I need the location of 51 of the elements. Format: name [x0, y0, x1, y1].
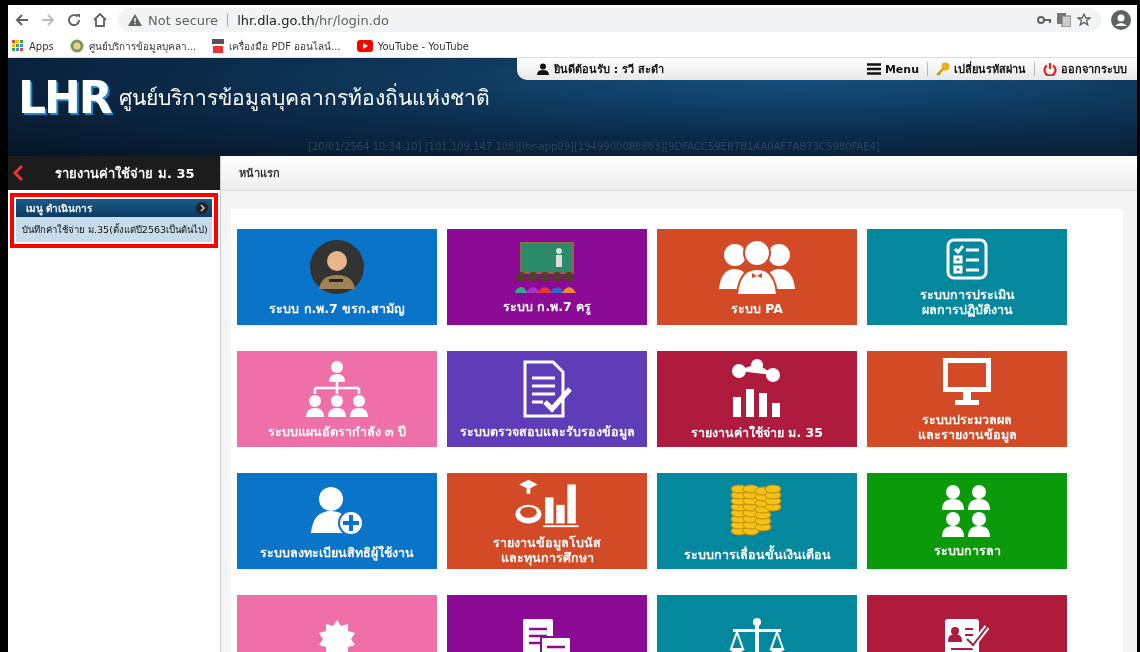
translate-icon[interactable]: [1057, 13, 1071, 27]
home-icon[interactable]: [92, 12, 108, 28]
monitor-icon: [941, 356, 993, 406]
menu-icon: [866, 63, 881, 75]
url-text: lhr.dla.go.th/hr/login.do: [237, 12, 390, 28]
menu-item[interactable]: บันทึกค่าใช้จ่าย ม.35(ตั้งแต่ปี2563เป็นต้นไป): [16, 217, 212, 242]
system-tile[interactable]: รายงานค่าใช้จ่าย ม. 35: [657, 351, 857, 447]
system-tile[interactable]: ระบบ ก.พ.7 ขรก.สามัญ: [237, 229, 437, 325]
system-tile[interactable]: ระบบลงทะเบียนสิทธิผู้ใช้งาน: [237, 473, 437, 569]
user-icon: [537, 63, 549, 75]
officer-icon: [309, 238, 365, 295]
system-tile[interactable]: ระบบการลา: [867, 473, 1067, 569]
breadcrumb[interactable]: หน้าแรก: [239, 164, 280, 182]
system-tile[interactable]: ระบบ PA: [657, 229, 857, 325]
key-icon[interactable]: [1037, 15, 1051, 25]
system-tile[interactable]: ระบบ ก.พ.7 ครู: [447, 229, 647, 325]
profile-avatar-icon[interactable]: [1111, 10, 1131, 30]
play-icon: [356, 40, 373, 52]
bookmark-link[interactable]: YouTube - YouTube: [377, 40, 469, 52]
checklist-icon: [945, 237, 989, 281]
welcome-text: ยินดีต้อนรับ : รวี สะดำ: [554, 62, 664, 78]
header-link[interactable]: ออกจากระบบ: [1061, 60, 1127, 78]
bookmark-link[interactable]: เครื่องมือ PDF ออนไลน์...: [229, 38, 341, 54]
users-icon: [941, 484, 993, 537]
chevron-right-icon: [196, 202, 208, 214]
bookmark-link[interactable]: ศูนย์บริการข้อมูลบุคลา...: [88, 38, 197, 54]
site-title: ศูนย์บริการข้อมูลบุคลากรท้องถิ่นแห่งชาติ: [118, 81, 490, 114]
apps-grid-icon: [12, 40, 24, 52]
security-label: Not secure: [148, 12, 219, 28]
star-icon[interactable]: [1077, 13, 1091, 27]
back-arrow-icon[interactable]: [14, 12, 30, 28]
people-group-icon: [717, 238, 797, 295]
menu-heading[interactable]: เมนู ดำเนินการ: [16, 199, 212, 217]
header-link[interactable]: Menu: [884, 62, 919, 76]
address-bar[interactable]: Not secure lhr.dla.go.th/hr/login.do: [118, 8, 1101, 32]
document-check-icon: [521, 359, 573, 418]
power-icon: [1043, 62, 1057, 76]
classroom-icon: [515, 240, 579, 293]
system-tile[interactable]: รายงานข้อมูลโบนัส และทุนการศึกษา: [447, 473, 647, 569]
system-tile[interactable]: ระบบการประเมิน ผลการปฏิบัติงาน: [867, 229, 1067, 325]
system-tile[interactable]: ระบบการเลื่อนขั้นเงินเดือน: [657, 473, 857, 569]
logo-text: LHR: [18, 72, 111, 123]
header-link[interactable]: เปลี่ยนรหัสผ่าน: [954, 60, 1026, 78]
bookmark-link[interactable]: Apps: [29, 40, 54, 52]
sidebar-title: รายงานค่าใช้จ่าย ม. 35: [54, 164, 196, 183]
system-tile[interactable]: ระบบตรวจสอบและรับรองข้อมูล: [447, 351, 647, 447]
warning-icon: [128, 14, 142, 26]
system-tile[interactable]: ระบบประมวลผล และรายงานข้อมูล: [867, 351, 1067, 447]
key-icon: [936, 62, 950, 76]
reload-icon[interactable]: [66, 12, 82, 28]
org-chart-icon: [305, 359, 369, 418]
